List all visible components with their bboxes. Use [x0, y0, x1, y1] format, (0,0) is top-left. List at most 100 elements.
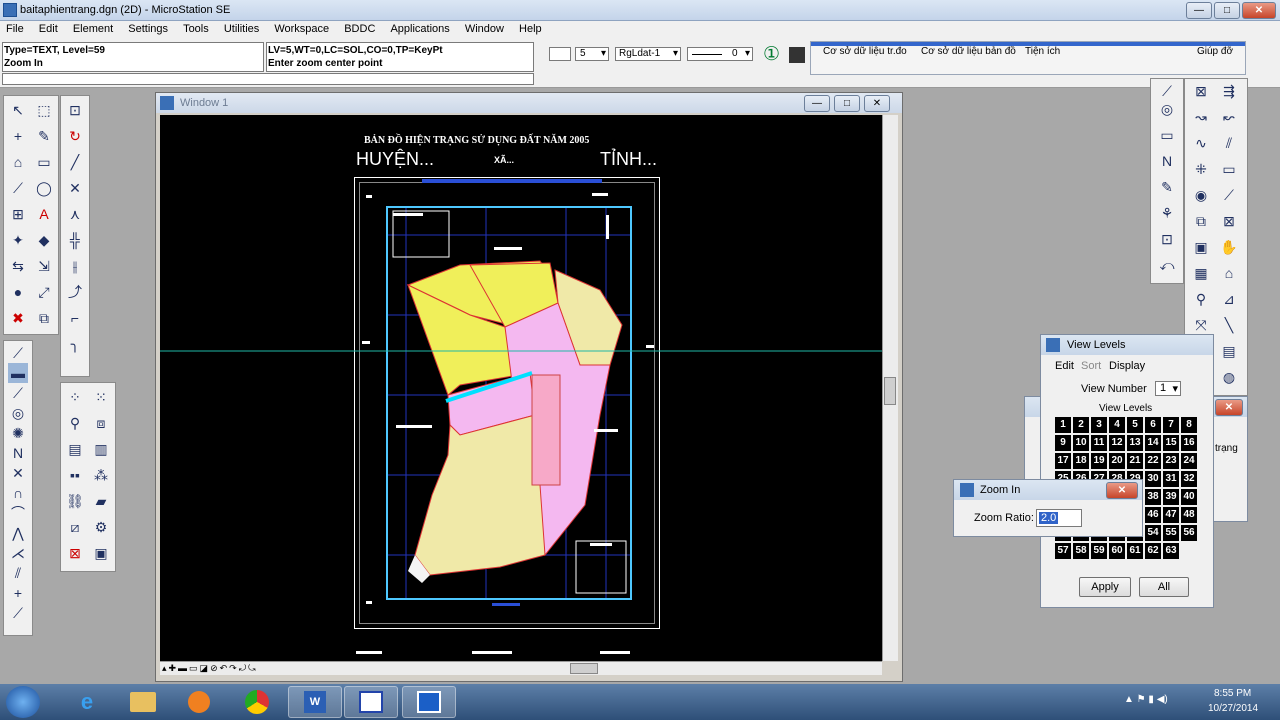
menu-settings[interactable]: Settings [122, 21, 174, 35]
slant-icon[interactable]: ⫽ [8, 563, 28, 583]
vertex-icon[interactable]: ⫲ [65, 256, 85, 276]
fence-icon[interactable]: ⬚ [34, 100, 54, 120]
color-swatch[interactable] [549, 47, 571, 61]
palette-icon[interactable]: ● [8, 282, 28, 302]
level-toggle[interactable]: 5 [1127, 417, 1143, 433]
level-toggle[interactable]: 4 [1109, 417, 1125, 433]
stream-icon[interactable]: ◎ [8, 403, 28, 423]
dash-icon[interactable]: ⟋ [8, 603, 28, 623]
dimension-line-icon[interactable]: ⫽ [1219, 133, 1239, 153]
extend-icon[interactable]: ⊡ [65, 100, 85, 120]
symbol-icon[interactable]: ⚲ [1191, 289, 1211, 309]
move-icon[interactable]: ⇲ [34, 256, 54, 276]
internet-explorer-icon[interactable]: e [60, 686, 114, 718]
level-toggle[interactable]: 12 [1109, 435, 1125, 451]
paint-icon[interactable] [789, 47, 805, 63]
level-toggle[interactable]: 7 [1163, 417, 1179, 433]
road-icon[interactable]: ⇶ [1219, 81, 1239, 101]
node-icon[interactable]: ⁜ [1191, 159, 1211, 179]
level-toggle[interactable]: 24 [1181, 453, 1197, 469]
dimension-icon[interactable]: ⊞ [8, 204, 28, 224]
frame-select-icon[interactable]: ▣ [1191, 237, 1211, 257]
folder-icon[interactable] [116, 686, 170, 718]
stamp-icon[interactable]: ⊠ [1191, 81, 1211, 101]
pattern-icon[interactable]: ▪▪ [65, 465, 85, 485]
pen-icon[interactable]: ⟋ [1157, 81, 1177, 101]
menu-window[interactable]: Window [459, 21, 510, 35]
circle-target-icon[interactable]: ◉ [1191, 185, 1211, 205]
horizontal-scrollbar[interactable]: ▴✚▬▭◪⊘↶↷⤾⤿ [160, 661, 882, 675]
menu-utilities[interactable]: Utilities [218, 21, 265, 35]
all-button[interactable]: All [1139, 577, 1189, 597]
snap-icon[interactable]: ✎ [34, 126, 54, 146]
level-toggle[interactable]: 61 [1127, 543, 1143, 559]
select-element-icon[interactable]: ↖ [8, 100, 28, 120]
chrome-icon[interactable] [230, 686, 284, 718]
table-grid-icon[interactable]: ▦ [1191, 263, 1211, 283]
level-toggle[interactable]: 13 [1127, 435, 1143, 451]
partial-delete-icon[interactable]: ╱ [65, 152, 85, 172]
level-toggle[interactable]: 40 [1181, 489, 1197, 505]
menu-map-database[interactable]: Cơ sở dữ liệu bản đồ [921, 46, 1016, 57]
menu-survey-database[interactable]: Cơ sở dữ liệu tr.đo [823, 46, 907, 57]
drop-icon[interactable]: ⧉ [34, 308, 54, 328]
maximize-button[interactable]: □ [1214, 2, 1240, 19]
level-toggle[interactable]: 14 [1145, 435, 1161, 451]
menu-tools[interactable]: Tools [177, 21, 215, 35]
view-maximize-button[interactable]: □ [834, 95, 860, 112]
rectangle-icon[interactable]: ▭ [1219, 159, 1239, 179]
lasso-icon[interactable]: ↜ [1219, 107, 1239, 127]
place-line-icon[interactable]: ▬ [8, 363, 28, 383]
delete-icon[interactable]: ✖ [8, 308, 28, 328]
apply-button[interactable]: Apply [1079, 577, 1131, 597]
view-number-select[interactable]: 1 ▾ [1155, 381, 1181, 396]
point-icon[interactable]: + [8, 583, 28, 603]
frame-icon[interactable]: ⊡ [1157, 229, 1177, 249]
level-toggle[interactable]: 16 [1181, 435, 1197, 451]
globe-icon[interactable]: ◍ [1219, 367, 1239, 387]
menu-help-vn[interactable]: Giúp đỡ [1197, 46, 1233, 57]
menu-element[interactable]: Element [67, 21, 119, 35]
view-levels-menu-sort[interactable]: Sort [1081, 360, 1101, 372]
level-toggle[interactable]: 30 [1145, 471, 1161, 487]
level-toggle[interactable]: 8 [1181, 417, 1197, 433]
group-icon[interactable]: ⧄ [65, 517, 85, 537]
view-close-button[interactable]: ✕ [864, 95, 890, 112]
window-icon[interactable]: ▭ [1157, 125, 1177, 145]
level-toggle[interactable]: 18 [1073, 453, 1089, 469]
measure-slope-icon[interactable]: ⊿ [1219, 289, 1239, 309]
place-point-icon[interactable]: + [8, 126, 28, 146]
level-toggle[interactable]: 60 [1109, 543, 1125, 559]
menu-edit[interactable]: Edit [33, 21, 64, 35]
microstation-taskbar-icon[interactable] [402, 686, 456, 718]
fill-icon[interactable]: ◆ [34, 230, 54, 250]
modify-icon[interactable]: ⤢ [34, 282, 54, 302]
start-button[interactable] [6, 686, 40, 718]
zoom-in-close-button[interactable]: ✕ [1106, 482, 1138, 499]
linestring-icon[interactable]: Ν [8, 443, 28, 463]
triangle-icon[interactable]: ⋌ [8, 543, 28, 563]
arc-icon[interactable]: ∩ [8, 483, 28, 503]
link-icon[interactable]: ⛓ [65, 491, 85, 511]
line-diagonal-icon[interactable]: ╲ [1219, 315, 1239, 335]
level-toggle[interactable]: 11 [1091, 435, 1107, 451]
level-toggle[interactable]: 46 [1145, 507, 1161, 523]
shape-icon[interactable]: ▭ [34, 152, 54, 172]
scale-icon[interactable]: ⤧ [1191, 315, 1211, 335]
cell-icon[interactable]: ⌂ [8, 152, 28, 172]
monitor-icon[interactable]: ▣ [91, 543, 111, 563]
menu-file[interactable]: File [0, 21, 30, 35]
house-icon[interactable]: ⌂ [1219, 263, 1239, 283]
circle-icon[interactable]: ◯ [34, 178, 54, 198]
view-minimize-button[interactable]: — [804, 95, 830, 112]
media-player-icon[interactable] [172, 686, 226, 718]
background-close-button[interactable]: ✕ [1215, 399, 1243, 416]
hatch-icon[interactable]: ▰ [91, 491, 111, 511]
smart-line-icon[interactable]: ⟋ [8, 343, 28, 363]
level-toggle[interactable]: 17 [1055, 453, 1071, 469]
vertical-scrollbar[interactable] [882, 115, 898, 661]
drawing-canvas[interactable]: BẢN ĐỒ HIỆN TRẠNG SỬ DỤNG ĐẤT NĂM 2005 H… [160, 115, 882, 661]
level-toggle[interactable]: 23 [1163, 453, 1179, 469]
level-toggle[interactable]: 58 [1073, 543, 1089, 559]
trim-icon[interactable]: ↻ [65, 126, 85, 146]
